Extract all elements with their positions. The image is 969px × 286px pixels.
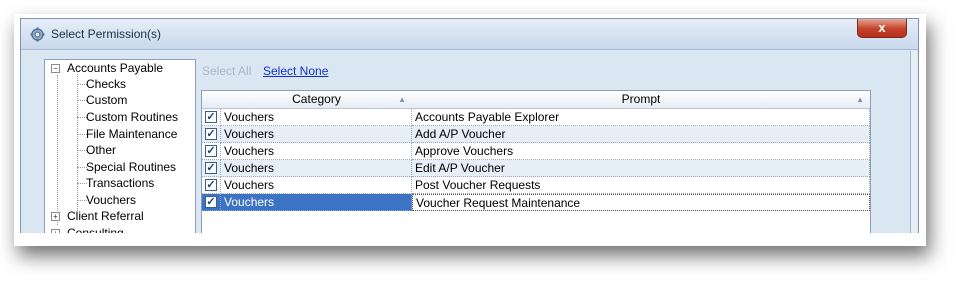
- gear-icon: [30, 27, 45, 42]
- select-all-link[interactable]: Select All: [202, 64, 251, 78]
- row-checkbox[interactable]: ✓: [205, 145, 217, 157]
- column-header-label: Category: [292, 92, 341, 106]
- tree-node-label: Transactions: [86, 176, 155, 190]
- title-bar[interactable]: Select Permission(s) x: [21, 19, 918, 50]
- expand-icon[interactable]: +: [51, 229, 60, 233]
- prompt-cell: Approve Vouchers: [412, 143, 870, 160]
- checkbox-cell[interactable]: ✓: [202, 109, 221, 126]
- row-checkbox[interactable]: ✓: [205, 196, 217, 208]
- permission-tree[interactable]: − Accounts Payable Checks Custom Custom …: [44, 59, 196, 233]
- prompt-cell-focused[interactable]: Voucher Request Maintenance: [412, 194, 870, 211]
- row-checkbox[interactable]: ✓: [205, 128, 217, 140]
- checkbox-cell[interactable]: ✓: [202, 194, 221, 211]
- select-none-link[interactable]: Select None: [263, 64, 328, 78]
- dialog-title: Select Permission(s): [51, 27, 162, 41]
- checkbox-cell[interactable]: ✓: [202, 126, 221, 143]
- tree-node-label: Client Referral: [67, 209, 144, 223]
- tree-node-label: Consulting: [67, 226, 124, 233]
- collapse-icon[interactable]: −: [51, 64, 60, 73]
- table-row[interactable]: ✓ Vouchers Add A/P Voucher: [202, 126, 870, 143]
- table-row[interactable]: ✓ Vouchers Post Voucher Requests: [202, 177, 870, 194]
- column-header-category[interactable]: Category ▲: [221, 91, 413, 109]
- table-row[interactable]: ✓ Vouchers Accounts Payable Explorer: [202, 109, 870, 126]
- tree-node-label: Checks: [86, 77, 127, 91]
- tree-node-label: Vouchers: [86, 193, 137, 207]
- sort-ascending-icon: ▲: [398, 95, 406, 104]
- checkbox-cell[interactable]: ✓: [202, 177, 221, 194]
- table-row[interactable]: ✓ Vouchers Edit A/P Voucher: [202, 160, 870, 177]
- category-cell: Vouchers: [221, 143, 412, 160]
- tree-connector: [77, 74, 78, 211]
- tree-node-label: Other: [86, 143, 117, 157]
- close-icon: x: [878, 20, 886, 35]
- permissions-grid[interactable]: Category ▲ Prompt ▲ ✓ Vouchers Accounts …: [201, 90, 871, 233]
- category-cell: Vouchers: [221, 109, 412, 126]
- row-checkbox[interactable]: ✓: [205, 111, 217, 123]
- table-row-selected[interactable]: ✓ Vouchers Voucher Request Maintenance: [202, 194, 870, 211]
- category-cell: Vouchers: [221, 126, 412, 143]
- prompt-cell: Accounts Payable Explorer: [412, 109, 870, 126]
- tree-node-label: Custom Routines: [86, 110, 179, 124]
- permissions-pane: Select All Select None Category ▲ Prompt…: [199, 59, 907, 233]
- tree-node-label: File Maintenance: [86, 127, 178, 141]
- row-checkbox[interactable]: ✓: [205, 162, 217, 174]
- checkbox-cell[interactable]: ✓: [202, 143, 221, 160]
- tree-node-label: Accounts Payable: [67, 61, 164, 75]
- checkbox-column-header[interactable]: [202, 91, 222, 109]
- category-cell: Vouchers: [221, 160, 412, 177]
- prompt-cell: Post Voucher Requests: [412, 177, 870, 194]
- column-header-label: Prompt: [621, 92, 661, 106]
- close-button[interactable]: x: [857, 19, 907, 38]
- row-checkbox[interactable]: ✓: [205, 179, 217, 191]
- sort-ascending-icon: ▲: [856, 95, 864, 104]
- expand-icon[interactable]: +: [51, 212, 60, 221]
- category-cell: Vouchers: [221, 177, 412, 194]
- tree-connector: [57, 75, 58, 225]
- category-cell: Vouchers: [221, 194, 412, 211]
- scrollbar-edge: [910, 51, 917, 233]
- tree-node-label: Custom: [86, 93, 128, 107]
- prompt-cell: Add A/P Voucher: [412, 126, 870, 143]
- prompt-cell: Edit A/P Voucher: [412, 160, 870, 177]
- checkbox-cell[interactable]: ✓: [202, 160, 221, 177]
- tree-node-label: Special Routines: [86, 160, 177, 174]
- table-row[interactable]: ✓ Vouchers Approve Vouchers: [202, 143, 870, 160]
- column-header-prompt[interactable]: Prompt ▲: [412, 91, 870, 109]
- select-permissions-dialog: Select Permission(s) x − Accounts Payabl…: [20, 18, 919, 233]
